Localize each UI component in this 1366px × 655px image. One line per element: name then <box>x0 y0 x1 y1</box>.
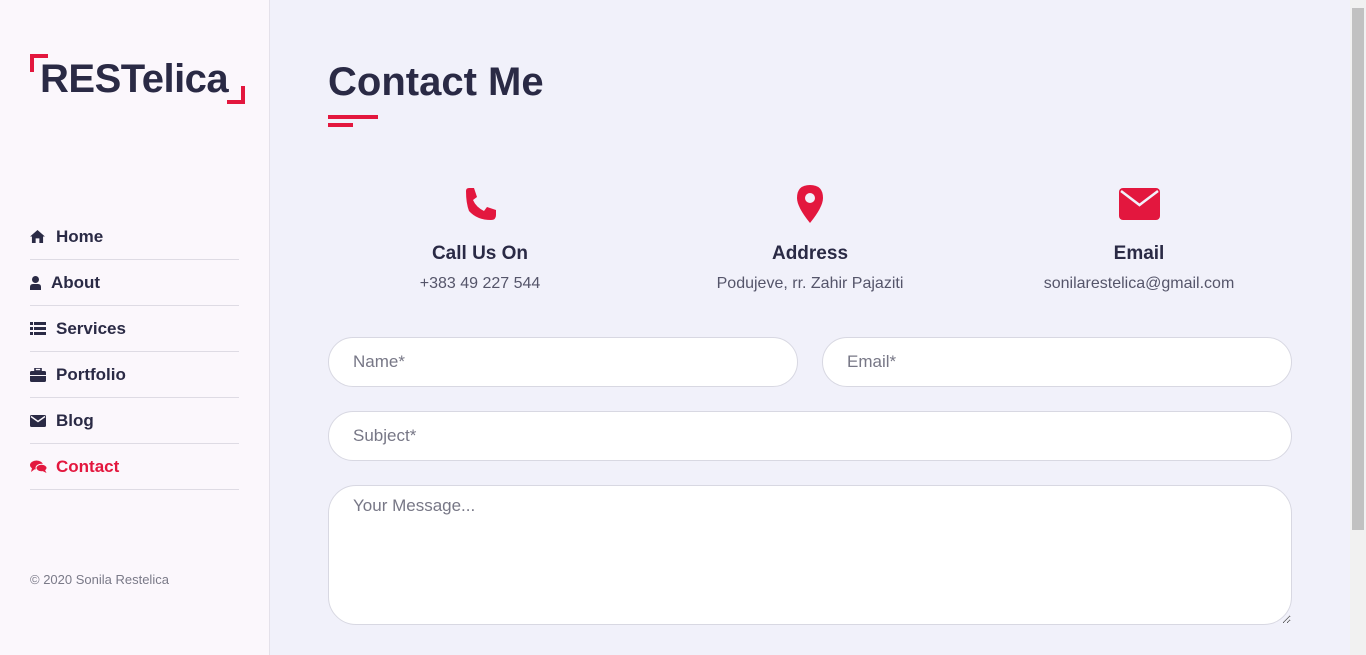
contact-info-value: +383 49 227 544 <box>419 275 541 292</box>
sidebar-item-portfolio[interactable]: Portfolio <box>30 352 239 398</box>
sidebar-item-label: Blog <box>56 410 94 430</box>
home-icon <box>30 230 56 243</box>
user-icon <box>30 275 51 290</box>
message-textarea[interactable] <box>328 485 1292 625</box>
sidebar-item-label: Portfolio <box>56 364 126 384</box>
sidebar-item-home[interactable]: Home <box>30 214 239 260</box>
name-input[interactable] <box>328 337 798 387</box>
map-marker-icon <box>660 183 960 225</box>
logo-text: RESTelica <box>40 57 229 101</box>
contact-info-phone: Call Us On +383 49 227 544 <box>330 183 630 293</box>
title-underline-short <box>328 123 353 127</box>
sidebar-item-label: About <box>51 272 101 292</box>
contact-info-address: Address Podujeve, rr. Zahir Pajaziti <box>660 183 960 293</box>
page-title: Contact Me <box>328 60 544 104</box>
contact-info-heading: Address <box>771 243 849 264</box>
scrollbar-thumb[interactable] <box>1352 8 1364 530</box>
logo-bracket-bottom-right <box>227 86 245 104</box>
sidebar-item-blog[interactable]: Blog <box>30 398 239 444</box>
briefcase-icon <box>30 367 56 382</box>
sidebar-nav: Home About Services Portfolio Blog Conta… <box>30 214 239 490</box>
sidebar-item-about[interactable]: About <box>30 260 239 306</box>
mail-icon <box>989 183 1289 225</box>
contact-info-heading: Call Us On <box>431 243 529 264</box>
sidebar-item-label: Contact <box>56 456 120 476</box>
envelope-icon <box>30 414 56 427</box>
contact-info-email: Email sonilarestelica@gmail.com <box>989 183 1289 293</box>
logo[interactable]: RESTelica <box>30 54 245 104</box>
copyright: © 2020 Sonila Restelica <box>30 572 169 587</box>
phone-icon <box>330 183 630 225</box>
title-underline <box>328 115 378 119</box>
contact-info-heading: Email <box>1113 243 1165 264</box>
sidebar-item-contact[interactable]: Contact <box>30 444 239 490</box>
subject-input[interactable] <box>328 411 1292 461</box>
contact-info-value: sonilarestelica@gmail.com <box>1043 275 1235 292</box>
sidebar-item-services[interactable]: Services <box>30 306 239 352</box>
email-input[interactable] <box>822 337 1292 387</box>
page-scrollbar[interactable] <box>1350 0 1366 655</box>
list-icon <box>30 322 56 335</box>
sidebar-item-label: Services <box>56 318 126 338</box>
sidebar-item-label: Home <box>56 226 104 246</box>
contact-info-value: Podujeve, rr. Zahir Pajaziti <box>716 275 904 292</box>
sidebar: RESTelica Home About Services Portfolio … <box>0 0 270 655</box>
main-content: Contact Me Call Us On +383 49 227 544 Ad… <box>270 0 1350 655</box>
comments-icon <box>30 460 56 473</box>
